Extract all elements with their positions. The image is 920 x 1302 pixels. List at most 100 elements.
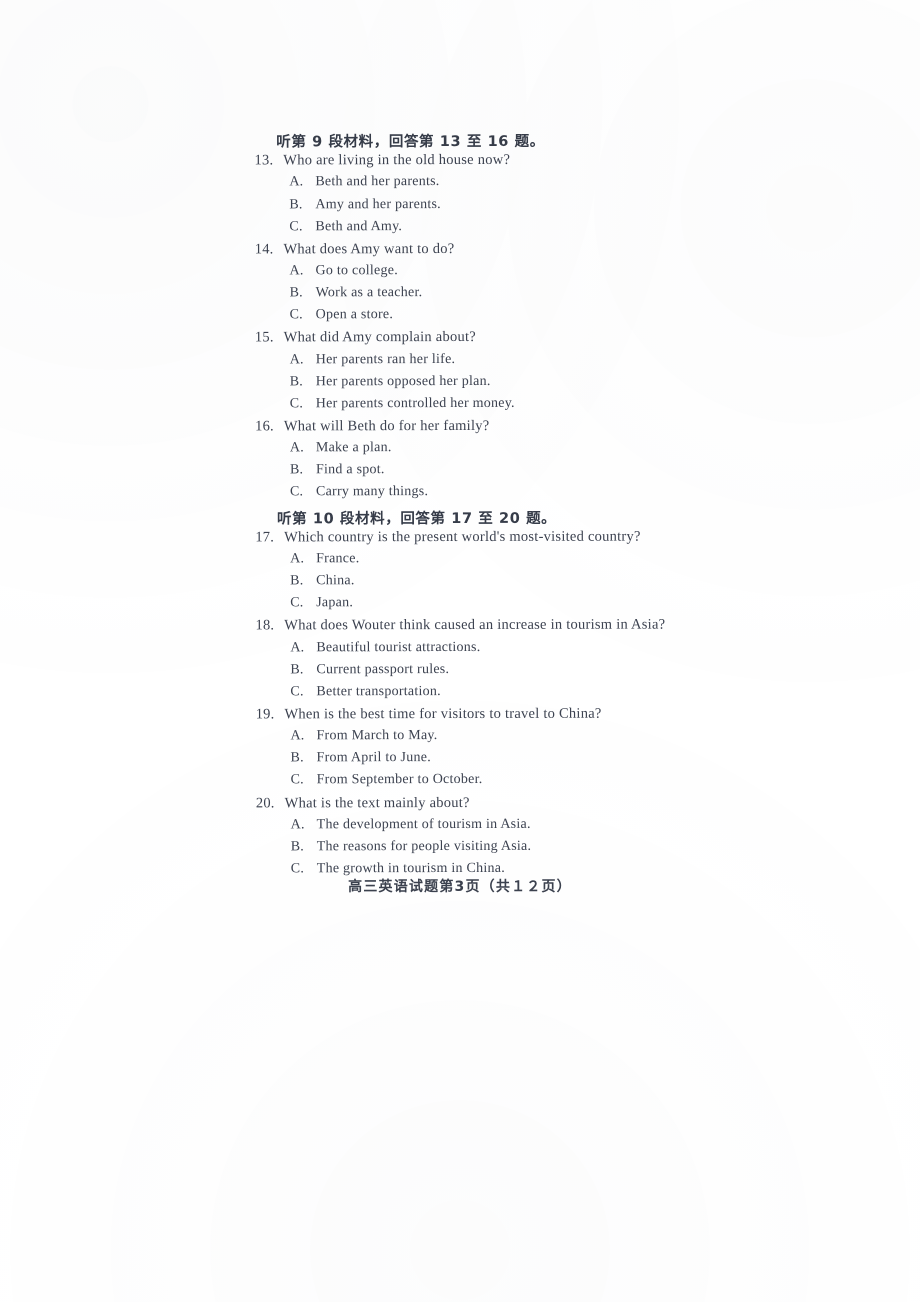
option-row[interactable]: A. Her parents ran her life. bbox=[232, 351, 892, 368]
option-text: Better transportation. bbox=[316, 683, 441, 700]
option-row[interactable]: A. Beautiful tourist attractions. bbox=[232, 639, 892, 656]
option-letter: A. bbox=[289, 440, 304, 456]
option-text: Amy and her parents. bbox=[315, 196, 441, 212]
option-letter: C. bbox=[290, 684, 304, 700]
option-text: Beth and Amy. bbox=[315, 218, 403, 234]
option-text: Beautiful tourist attractions. bbox=[316, 639, 481, 655]
option-letter: C. bbox=[289, 218, 303, 234]
page-footer: 高三英语试题第3页（共１２页） bbox=[348, 879, 572, 895]
question-text: What did Amy complain about? bbox=[283, 329, 476, 346]
option-letter: C. bbox=[289, 307, 303, 323]
option-row[interactable]: B. China. bbox=[232, 572, 892, 589]
option-letter: B. bbox=[289, 285, 303, 301]
option-text: Her parents controlled her money. bbox=[315, 395, 515, 412]
option-row[interactable]: B. Work as a teacher. bbox=[232, 284, 892, 301]
option-row[interactable]: B. Her parents opposed her plan. bbox=[232, 373, 892, 390]
option-letter: B. bbox=[290, 839, 304, 855]
option-text: Her parents opposed her plan. bbox=[315, 373, 491, 389]
option-text: Current passport rules. bbox=[316, 661, 450, 677]
question-text: What does Wouter think caused an increas… bbox=[284, 616, 666, 634]
option-letter: A. bbox=[290, 639, 305, 655]
option-letter: C. bbox=[290, 772, 304, 788]
section-heading: 听第 9 段材料，回答第 13 至 16 题。 bbox=[276, 133, 545, 151]
option-row[interactable]: C. From September to October. bbox=[233, 772, 893, 789]
option-row[interactable]: A. France. bbox=[232, 550, 892, 567]
option-row[interactable]: C. Her parents controlled her money. bbox=[232, 395, 892, 412]
question-number: 15. bbox=[254, 329, 274, 346]
question-number: 13. bbox=[254, 152, 274, 169]
question-number: 20. bbox=[255, 794, 275, 812]
question-row: 19. When is the best time for visitors to… bbox=[232, 705, 892, 723]
question-row: 16. What will Beth do for her family? bbox=[232, 417, 892, 435]
question-number: 16. bbox=[255, 418, 274, 435]
option-text: From April to June. bbox=[316, 750, 431, 766]
option-text: Make a plan. bbox=[315, 440, 392, 456]
question-text: What will Beth do for her family? bbox=[283, 417, 490, 435]
option-row[interactable]: B. Find a spot. bbox=[232, 461, 892, 478]
question-row: 14. What does Amy want to do? bbox=[231, 240, 891, 258]
option-letter: B. bbox=[290, 662, 304, 678]
question-row: 18. What does Wouter think caused an incr… bbox=[232, 616, 892, 634]
option-letter: A. bbox=[289, 174, 304, 190]
option-text: From September to October. bbox=[316, 772, 483, 788]
option-letter: A. bbox=[290, 817, 305, 833]
option-letter: B. bbox=[289, 374, 304, 390]
option-text: Carry many things. bbox=[315, 484, 429, 500]
option-row[interactable]: C. Open a store. bbox=[232, 306, 892, 323]
option-letter: C. bbox=[289, 484, 304, 500]
question-text: Which country is the present world's mos… bbox=[284, 528, 641, 546]
option-row[interactable]: C. Japan. bbox=[232, 594, 892, 611]
option-row[interactable]: C. Beth and Amy. bbox=[231, 218, 891, 235]
option-text: Work as a teacher. bbox=[315, 285, 423, 301]
question-text: Who are living in the old house now? bbox=[283, 152, 511, 169]
option-letter: C. bbox=[289, 396, 304, 412]
option-letter: B. bbox=[290, 573, 304, 589]
option-text: Japan. bbox=[316, 595, 354, 611]
option-row[interactable]: C. The growth in tourism in China. bbox=[233, 860, 893, 877]
option-text: Find a spot. bbox=[315, 462, 385, 478]
exam-page: 听第 9 段材料，回答第 13 至 16 题。 13. Who are living… bbox=[0, 0, 920, 1302]
option-text: France. bbox=[316, 551, 360, 567]
option-letter: B. bbox=[289, 196, 303, 212]
option-letter: C. bbox=[290, 861, 305, 877]
question-row: 17. Which country is the present world's … bbox=[232, 528, 892, 546]
question-number: 17. bbox=[255, 529, 275, 546]
question-number: 18. bbox=[255, 617, 275, 634]
question-text: What does Amy want to do? bbox=[283, 240, 455, 258]
option-row[interactable]: A. Beth and her parents. bbox=[231, 173, 891, 190]
option-row[interactable]: A. Make a plan. bbox=[232, 439, 892, 456]
option-row[interactable]: C. Better transportation. bbox=[232, 683, 892, 700]
question-text: When is the best time for visitors to tr… bbox=[284, 705, 602, 723]
option-row[interactable]: B. From April to June. bbox=[233, 749, 893, 766]
option-text: China. bbox=[316, 573, 355, 589]
option-row[interactable]: B. The reasons for people visiting Asia. bbox=[233, 838, 893, 855]
option-text: The development of tourism in Asia. bbox=[316, 816, 531, 833]
option-letter: A. bbox=[289, 351, 304, 367]
question-number: 19. bbox=[255, 706, 275, 723]
option-row[interactable]: C. Carry many things. bbox=[232, 484, 892, 501]
option-text: Beth and her parents. bbox=[315, 174, 440, 190]
page-content: 听第 9 段材料，回答第 13 至 16 题。 13. Who are living… bbox=[0, 0, 919, 877]
option-letter: B. bbox=[289, 462, 304, 478]
option-row[interactable]: A. From March to May. bbox=[232, 727, 892, 744]
option-text: Her parents ran her life. bbox=[315, 351, 456, 367]
option-row[interactable]: B. Amy and her parents. bbox=[231, 196, 891, 213]
question-number: 14. bbox=[254, 241, 274, 258]
question-row: 20. What is the text mainly about? bbox=[233, 794, 893, 812]
option-text: The growth in tourism in China. bbox=[316, 860, 505, 877]
option-row[interactable]: A. The development of tourism in Asia. bbox=[233, 816, 893, 833]
option-letter: B. bbox=[290, 750, 304, 766]
option-letter: C. bbox=[290, 595, 304, 611]
option-row[interactable]: B. Current passport rules. bbox=[232, 661, 892, 678]
option-letter: A. bbox=[289, 263, 304, 279]
option-row[interactable]: A. Go to college. bbox=[232, 262, 892, 279]
option-text: The reasons for people visiting Asia. bbox=[316, 838, 532, 855]
option-text: From March to May. bbox=[316, 728, 438, 744]
question-row: 15. What did Amy complain about? bbox=[232, 328, 892, 346]
section-heading: 听第 10 段材料，回答第 17 至 20 题。 bbox=[277, 510, 557, 527]
option-text: Open a store. bbox=[315, 307, 394, 323]
question-text: What is the text mainly about? bbox=[284, 794, 470, 811]
question-row: 13. Who are living in the old house now? bbox=[231, 151, 891, 169]
option-text: Go to college. bbox=[315, 263, 398, 279]
option-letter: A. bbox=[290, 551, 305, 567]
